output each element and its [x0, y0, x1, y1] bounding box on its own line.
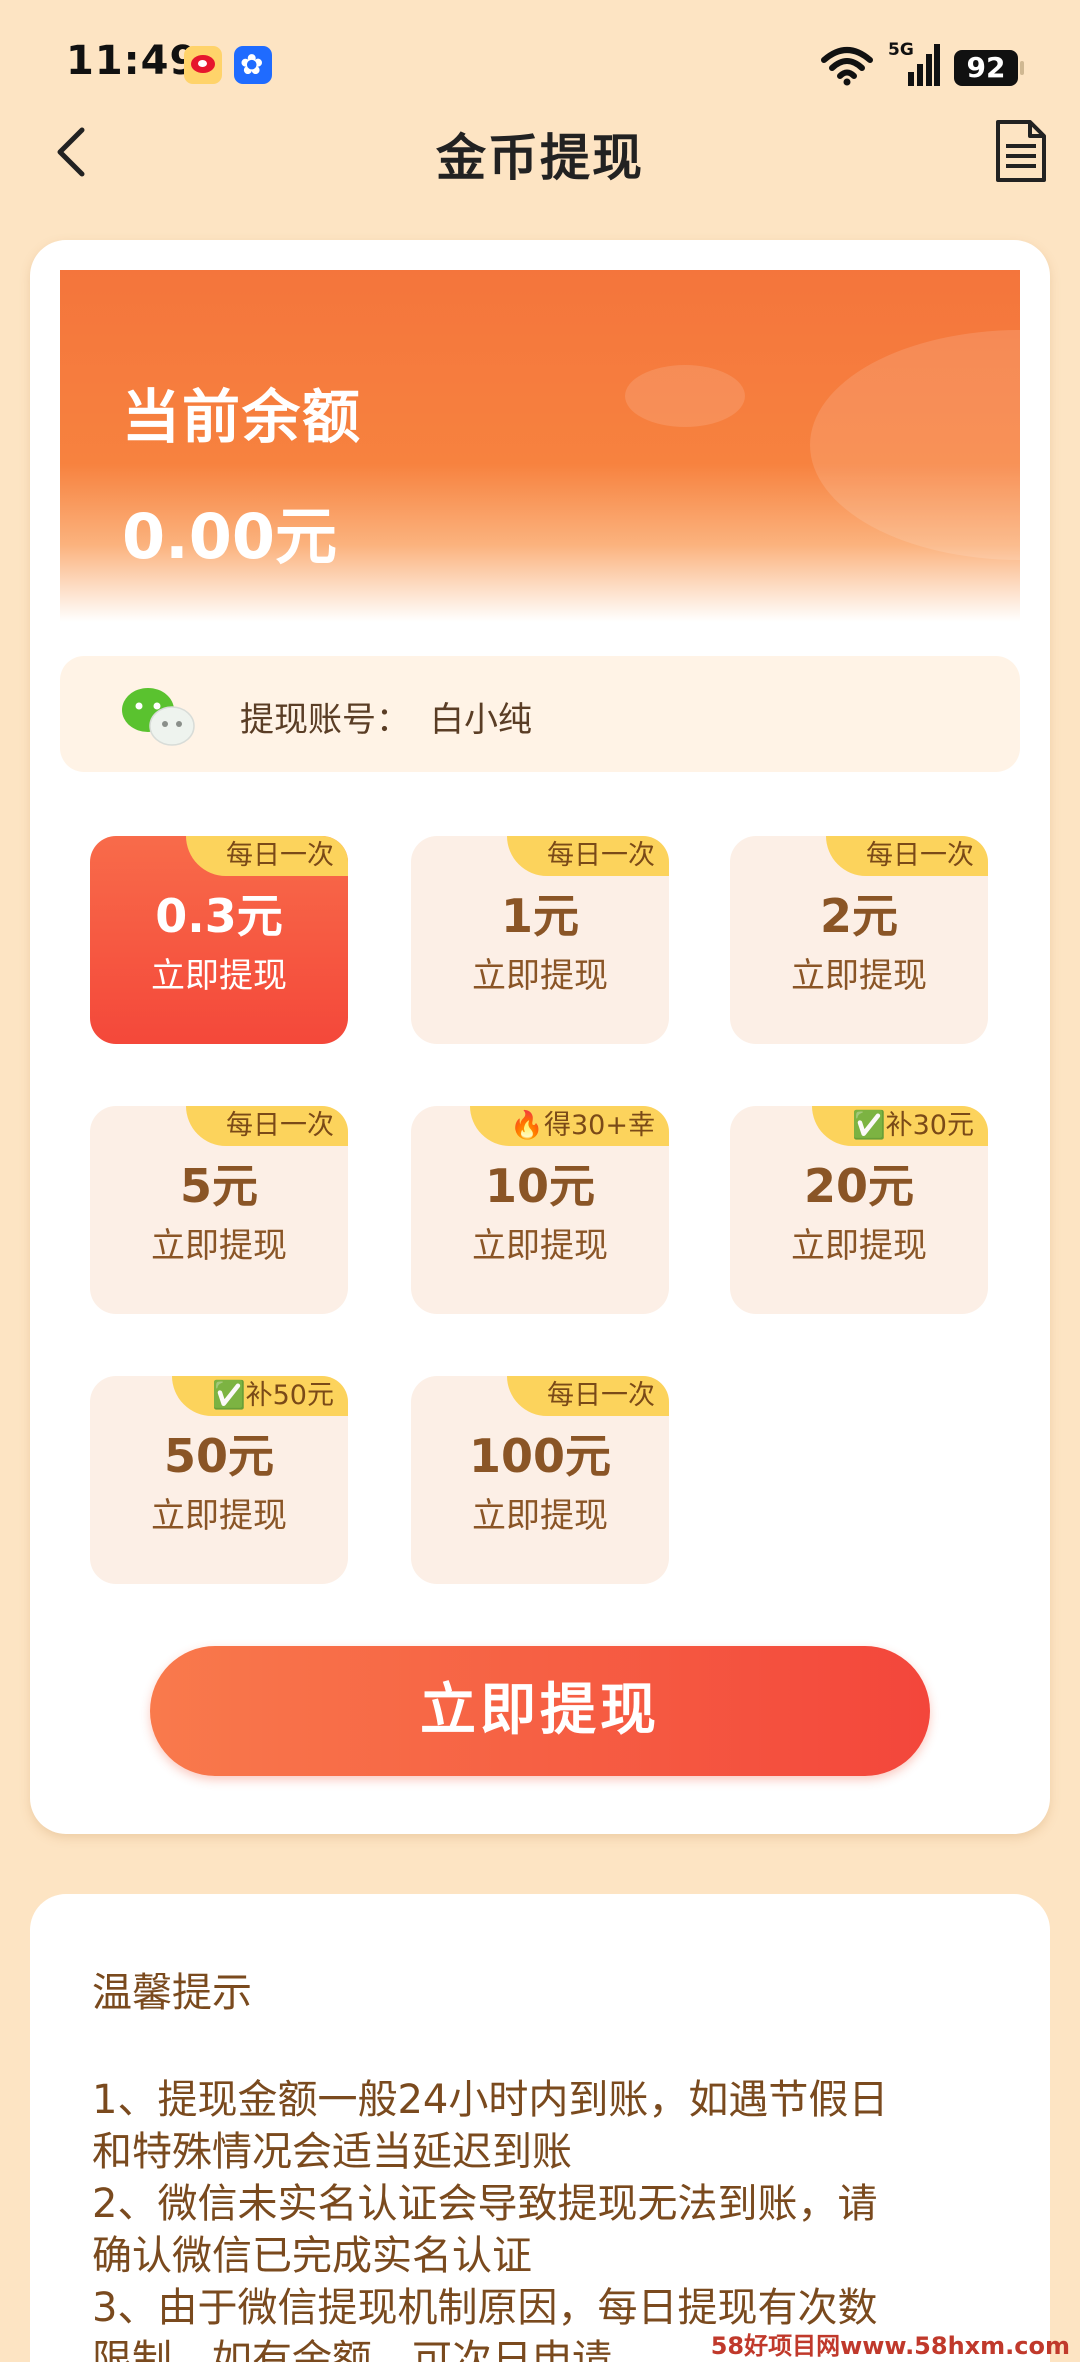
withdraw-option-100[interactable]: 每日一次 100元 立即提现 [411, 1376, 669, 1584]
page-title: 金币提现 [436, 129, 644, 187]
option-amount: 2元 [819, 889, 898, 943]
option-amount: 5元 [179, 1159, 258, 1213]
option-action: 立即提现 [472, 956, 608, 996]
withdraw-option-2[interactable]: 每日一次 2元 立即提现 [730, 836, 988, 1044]
option-action: 立即提现 [151, 1496, 287, 1536]
option-tag: 每日一次 [507, 836, 669, 876]
option-tag: 每日一次 [186, 836, 348, 876]
signal-icon [908, 44, 940, 86]
option-amount: 1元 [500, 889, 579, 943]
option-tag: ✅补30元 [812, 1106, 988, 1146]
status-time: 11:49 [66, 38, 199, 84]
status-bar: 11:49 5G 92 [0, 0, 1080, 120]
option-tag: 每日一次 [507, 1376, 669, 1416]
option-tag: 每日一次 [186, 1106, 348, 1146]
option-amount: 0.3元 [155, 889, 283, 943]
withdraw-card: 当前余额 0.00元 提现账号： 白小纯 每日一次 0.3元 立即提现 每日一次… [30, 240, 1050, 1834]
option-tag: ✅补50元 [172, 1376, 348, 1416]
decor-circle [810, 330, 1020, 560]
document-icon[interactable] [990, 118, 1050, 184]
tips-title: 温馨提示 [92, 1970, 252, 2016]
option-action: 立即提现 [472, 1226, 608, 1266]
option-amount: 100元 [468, 1429, 612, 1483]
tips-line: 和特殊情况会适当延迟到账 [92, 2129, 572, 2175]
tips-line: 确认微信已完成实名认证 [92, 2233, 532, 2279]
account-bar: 提现账号： 白小纯 [60, 656, 1020, 772]
option-action: 立即提现 [151, 1226, 287, 1266]
balance-value: 0.00元 [122, 500, 337, 573]
balance-label: 当前余额 [122, 383, 363, 451]
withdraw-option-10[interactable]: 🔥得30+幸 10元 立即提现 [411, 1106, 669, 1314]
withdraw-option-5[interactable]: 每日一次 5元 立即提现 [90, 1106, 348, 1314]
tips-line: 2、微信未实名认证会导致提现无法到账，请 [92, 2181, 878, 2227]
option-tag: 🔥得30+幸 [470, 1106, 669, 1146]
option-amount: 20元 [803, 1159, 914, 1213]
decor-circle [625, 365, 745, 427]
withdraw-option-0.3[interactable]: 每日一次 0.3元 立即提现 [90, 836, 348, 1044]
account-label: 提现账号： [240, 700, 410, 740]
balance-banner: 当前余额 0.00元 [60, 270, 1020, 622]
battery-indicator: 92 [954, 50, 1024, 86]
weibo-icon [184, 46, 222, 84]
withdraw-option-50[interactable]: ✅补50元 50元 立即提现 [90, 1376, 348, 1584]
option-amount: 10元 [484, 1159, 595, 1213]
option-action: 立即提现 [791, 956, 927, 996]
option-tag: 每日一次 [826, 836, 988, 876]
account-name: 白小纯 [430, 700, 532, 740]
watermark: 58好项目网www.58hxm.com [710, 2332, 1070, 2360]
withdraw-option-20[interactable]: ✅补30元 20元 立即提现 [730, 1106, 988, 1314]
wifi-icon [821, 47, 873, 86]
tips-line: 1、提现金额一般24小时内到账，如遇节假日 [92, 2077, 889, 2123]
option-action: 立即提现 [472, 1496, 608, 1536]
wechat-icon [122, 688, 195, 746]
tips-list: 1、提现金额一般24小时内到账，如遇节假日 和特殊情况会适当延迟到账 2、微信未… [92, 2074, 1012, 2362]
tips-card: 温馨提示 1、提现金额一般24小时内到账，如遇节假日 和特殊情况会适当延迟到账 … [30, 1894, 1050, 2362]
option-action: 立即提现 [151, 956, 287, 996]
option-action: 立即提现 [791, 1226, 927, 1266]
option-amount: 50元 [163, 1429, 274, 1483]
withdraw-option-1[interactable]: 每日一次 1元 立即提现 [411, 836, 669, 1044]
pinwheel-icon [234, 46, 272, 84]
withdraw-now-button[interactable]: 立即提现 [150, 1646, 930, 1776]
